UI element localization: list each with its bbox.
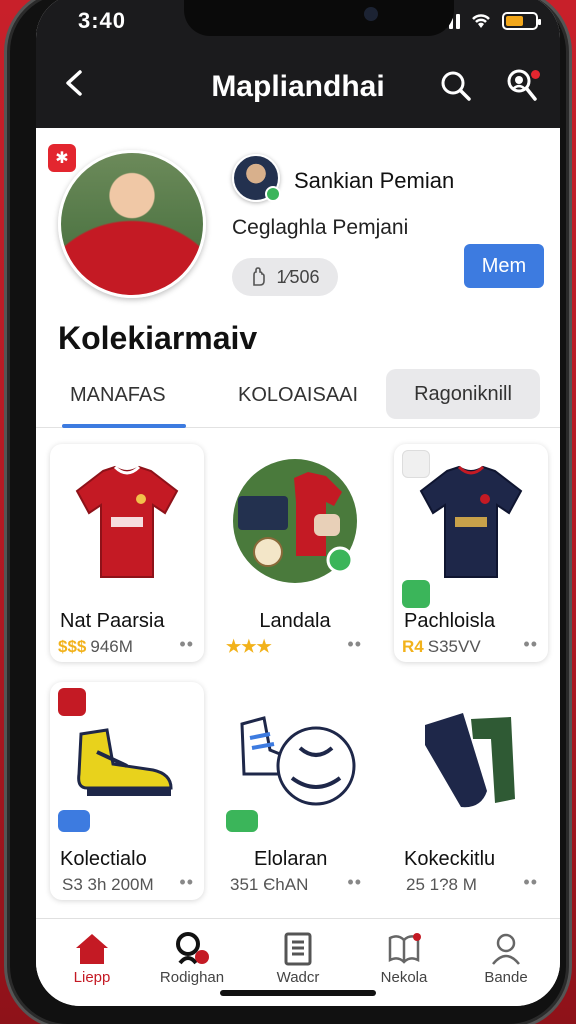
collection-card[interactable]: Nat Paarsia $$$ 946M ••	[50, 444, 204, 662]
card-meta: 25 1?8 M	[402, 875, 477, 895]
collection-card[interactable]: Kolectialo S3 3h 200M ••	[50, 682, 204, 900]
book-icon	[388, 933, 421, 964]
phone-frame: 3:40 Mapliandhai ✱ Sankian Pemian Ceglag…	[10, 0, 566, 1024]
hand-icon	[253, 267, 266, 286]
nav-label: Bande	[484, 969, 528, 986]
section-title: Kolekiarmaiv	[58, 320, 258, 356]
card-name: Landala	[259, 610, 331, 632]
nav-item-profile[interactable]: Bande	[456, 929, 556, 986]
nav-item-home[interactable]: Liepp	[42, 929, 142, 986]
card-value: 946M	[90, 637, 133, 656]
active-tab-indicator	[62, 424, 186, 428]
more-icon[interactable]: ••	[523, 634, 538, 655]
collection-card[interactable]: Kokeckitlu 25 1?8 M ••	[394, 682, 548, 900]
player-avatar[interactable]: ✱	[48, 144, 206, 298]
tab-bar: MANAFAS KOLOAISAAI Ragoniknill	[36, 362, 560, 428]
nav-item-book[interactable]: Nekola	[354, 929, 454, 986]
home-icon	[76, 934, 108, 964]
boots-and-ball-icon	[230, 694, 360, 824]
red-jersey-icon	[62, 456, 192, 586]
collection-card[interactable]: Landala ★★★ ••	[218, 444, 372, 662]
verified-icon	[265, 186, 281, 202]
badge-icon	[58, 810, 90, 832]
card-value: 25 1?8 M	[406, 875, 477, 894]
yellow-boots-icon	[62, 694, 192, 824]
status-time: 3:40	[78, 8, 127, 33]
main-content: ✱ Sankian Pemian Ceglaghla Pemjani 1⁄506…	[36, 128, 560, 918]
more-icon[interactable]: ••	[347, 872, 362, 893]
home-indicator	[220, 990, 376, 996]
card-rating: R4	[402, 637, 424, 656]
card-name: Elolaran	[254, 848, 328, 870]
card-name: Nat Paarsia	[60, 610, 165, 632]
page-title: Mapliandhai	[211, 70, 385, 103]
badge-icon	[226, 810, 258, 832]
player-photo	[58, 150, 206, 298]
stat-value: 1⁄506	[276, 266, 320, 287]
search-person-icon	[176, 932, 209, 965]
tab-koloaisaai[interactable]: KOLOAISAAI	[238, 362, 358, 428]
card-meta: R4 S35VV	[402, 637, 481, 657]
nav-item-search[interactable]: Rodighan	[142, 929, 242, 986]
more-icon[interactable]: ••	[347, 634, 362, 655]
stat-pill: 1⁄506	[232, 258, 338, 296]
nav-item-document[interactable]: Wadcr	[248, 929, 348, 986]
card-name: Kokeckitlu	[404, 848, 496, 870]
navy-jersey-icon	[406, 456, 536, 586]
club-badge-icon: ✱	[48, 144, 76, 172]
card-value: 351 ЄhAN	[230, 875, 309, 894]
nav-label: Liepp	[73, 969, 111, 986]
notch	[184, 0, 454, 36]
collection-card[interactable]: Pachloisla R4 S35VV ••	[394, 444, 548, 662]
card-rating: $$$	[58, 637, 87, 656]
card-meta: ★★★	[226, 637, 276, 657]
card-rating: ★★★	[226, 637, 272, 656]
collection-card[interactable]: Elolaran 351 ЄhAN ••	[218, 682, 372, 900]
nav-label: Nekola	[380, 969, 428, 986]
more-icon[interactable]: ••	[179, 872, 194, 893]
small-avatar[interactable]	[232, 154, 281, 202]
socks-icon	[406, 694, 536, 824]
nav-label: Rodighan	[159, 969, 225, 986]
wifi-icon	[472, 14, 490, 28]
card-value: S3 3h 200M	[62, 875, 154, 894]
follow-button[interactable]: Mem	[464, 244, 544, 288]
tab-ragoniknill[interactable]: Ragoniknill	[386, 369, 540, 419]
player-name: Sankian Pemian	[294, 168, 455, 193]
battery-icon	[502, 12, 541, 30]
card-meta: $$$ 946M	[58, 637, 133, 657]
search-icon[interactable]	[440, 70, 472, 102]
more-icon[interactable]: ••	[523, 872, 538, 893]
card-meta: 351 ЄhAN	[226, 875, 308, 895]
player-subtitle: Ceglaghla Pemjani	[232, 216, 409, 239]
card-value: S35VV	[427, 637, 481, 656]
tab-manafas[interactable]: MANAFAS	[70, 362, 166, 428]
user-icon	[492, 933, 520, 965]
more-icon[interactable]: ••	[179, 634, 194, 655]
card-meta: S3 3h 200M	[58, 875, 154, 895]
football-kit-collage-icon	[230, 456, 360, 586]
nav-label: Wadcr	[276, 969, 320, 986]
screen: 3:40 Mapliandhai ✱ Sankian Pemian Ceglag…	[36, 0, 560, 1006]
profile-search-button[interactable]	[504, 68, 540, 107]
notification-dot	[531, 70, 540, 79]
card-name: Pachloisla	[404, 610, 496, 632]
document-icon	[284, 932, 312, 966]
card-name: Kolectialo	[60, 848, 147, 870]
green-tag-icon	[402, 580, 430, 608]
app-header: 3:40 Mapliandhai	[36, 0, 560, 128]
